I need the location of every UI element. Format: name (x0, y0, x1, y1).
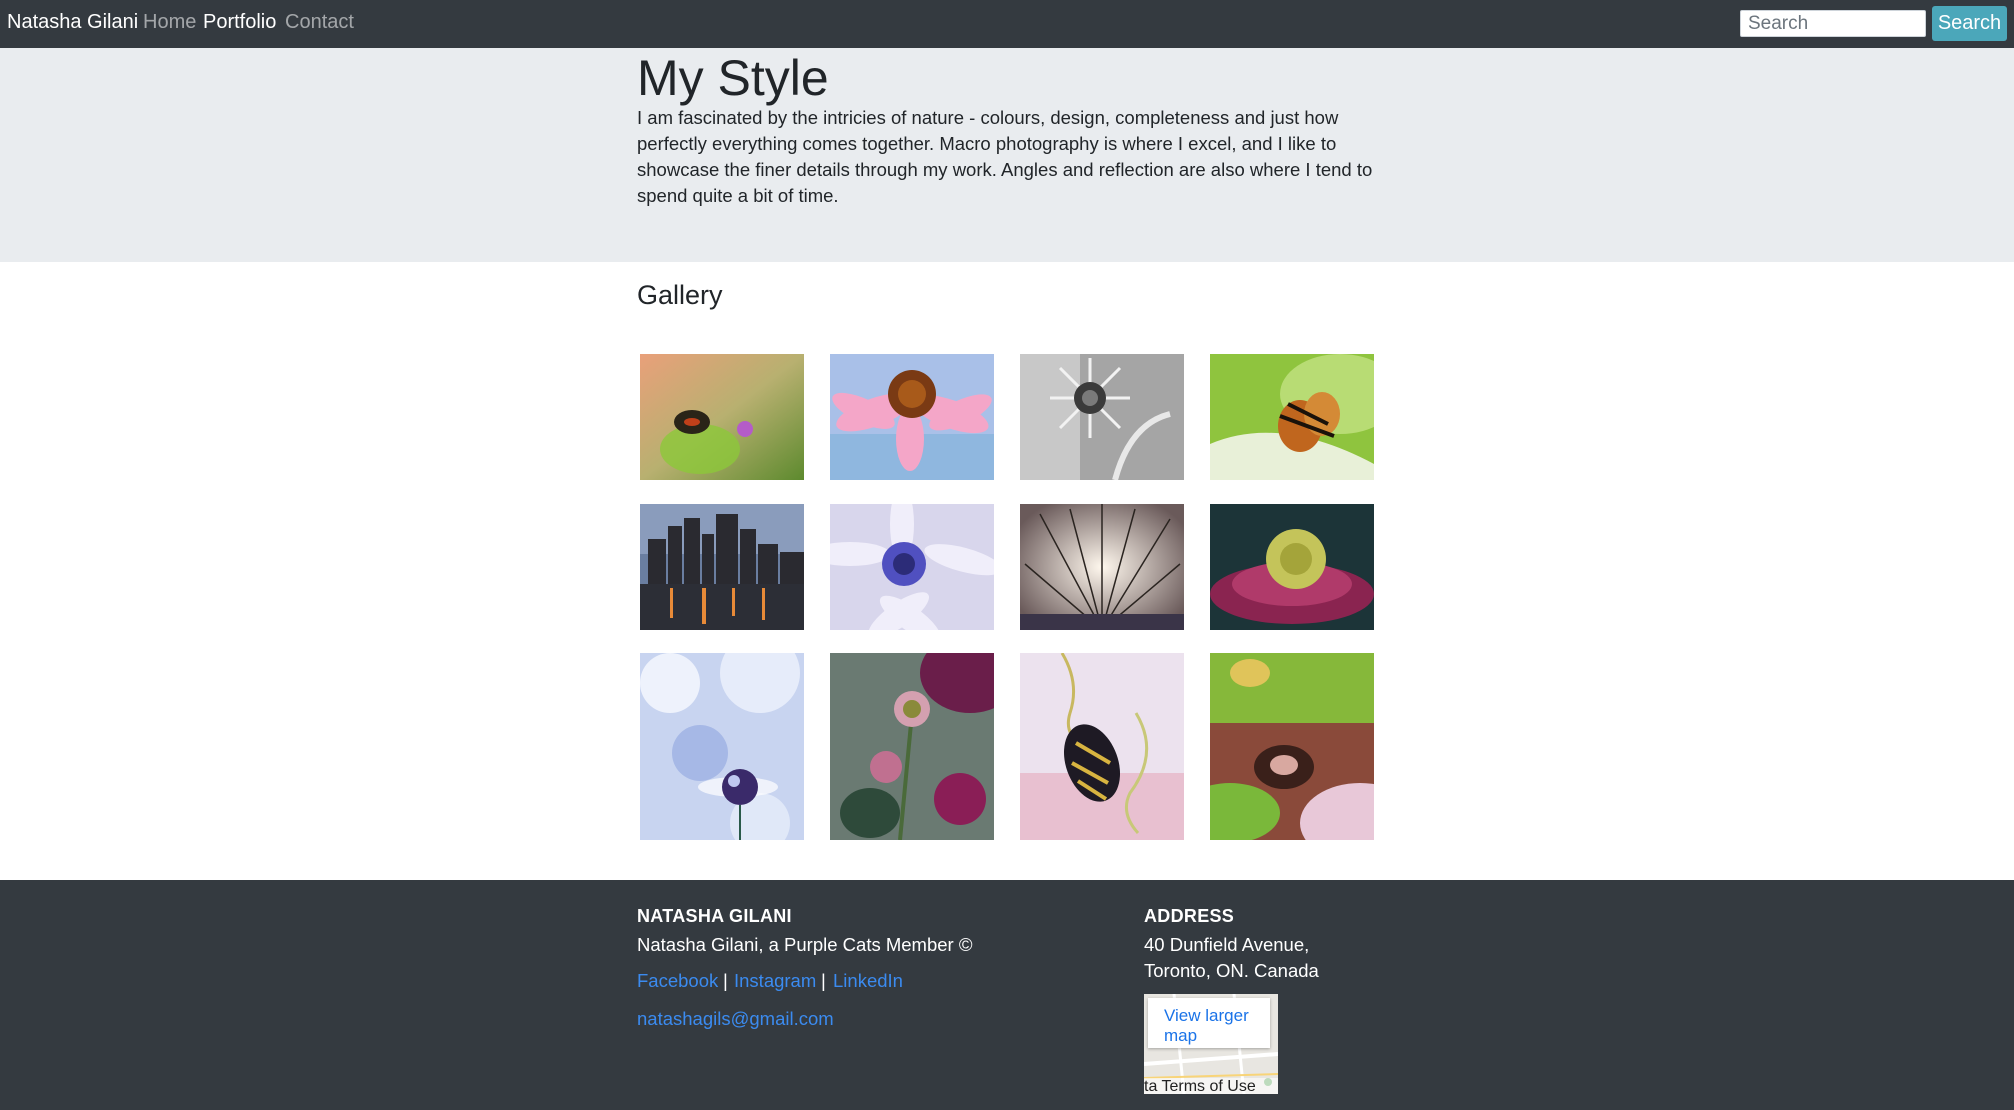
brand-link[interactable]: Natasha Gilani (7, 11, 138, 34)
black-white-flower-photo (1020, 354, 1184, 480)
purple-daisy-photo (830, 504, 994, 630)
map-info-card: View larger map (1148, 998, 1270, 1048)
address-line-1: 40 Dunfield Avenue, (1144, 934, 1310, 955)
gallery-image[interactable] (830, 504, 994, 630)
search-input[interactable] (1740, 10, 1926, 37)
jumbotron: My Style I am fascinated by the intricie… (0, 48, 2014, 262)
city-skyline-night-photo (640, 504, 804, 630)
butterfly-on-leaf-photo (1210, 354, 1374, 480)
page-title: My Style (637, 50, 829, 106)
address-heading: ADDRESS (1144, 906, 1235, 926)
email-link[interactable]: natashagils@gmail.com (637, 1008, 834, 1030)
facebook-link[interactable]: Facebook (637, 970, 718, 992)
instagram-link[interactable]: Instagram (734, 970, 816, 992)
pink-zinnia-photo (1210, 504, 1374, 630)
intro-text: I am fascinated by the intricies of natu… (637, 107, 1373, 206)
gallery-image[interactable] (1210, 504, 1374, 630)
separator: | (723, 970, 728, 991)
butterfly-on-tendril-photo (1020, 653, 1184, 840)
gallery-image[interactable] (640, 504, 804, 630)
linkedin-link[interactable]: LinkedIn (833, 970, 903, 992)
embedded-map[interactable]: View larger map ta Terms of Use (1144, 994, 1278, 1094)
dandelion-seeds-photo (1020, 504, 1184, 630)
footer-name-heading: NATASHA GILANI (637, 906, 792, 926)
gallery-image[interactable] (640, 354, 804, 480)
gallery-image[interactable] (1210, 653, 1374, 840)
nav-portfolio-link[interactable]: Portfolio (203, 11, 276, 34)
map-terms-text[interactable]: ta Terms of Use (1144, 1078, 1278, 1094)
footer-tagline: Natasha Gilani, a Purple Cats Member © (637, 934, 973, 955)
gallery-image[interactable] (830, 354, 994, 480)
pink-dahlias-photo (830, 653, 994, 840)
view-larger-map-link[interactable]: View larger map (1164, 1006, 1270, 1046)
water-droplet-bokeh-photo (640, 653, 804, 840)
butterfly-on-flower-photo (640, 354, 804, 480)
nav-home-link[interactable]: Home (143, 11, 196, 34)
separator: | (821, 970, 826, 991)
gallery-heading: Gallery (637, 280, 723, 310)
footer: NATASHA GILANI Natasha Gilani, a Purple … (0, 880, 2014, 1110)
navbar: Natasha Gilani Home Portfolio Contact Se… (0, 0, 2014, 48)
gallery-image[interactable] (640, 653, 804, 840)
search-button[interactable]: Search (1932, 6, 2007, 41)
nav-contact-link[interactable]: Contact (285, 11, 354, 34)
address-line-2: Toronto, ON. Canada (1144, 960, 1319, 981)
gallery-image[interactable] (1020, 354, 1184, 480)
gallery-image[interactable] (1020, 504, 1184, 630)
gallery-image[interactable] (830, 653, 994, 840)
butterfly-on-pink-flower-photo (1210, 653, 1374, 840)
pink-coneflower-photo (830, 354, 994, 480)
gallery-image[interactable] (1020, 653, 1184, 840)
gallery-image[interactable] (1210, 354, 1374, 480)
